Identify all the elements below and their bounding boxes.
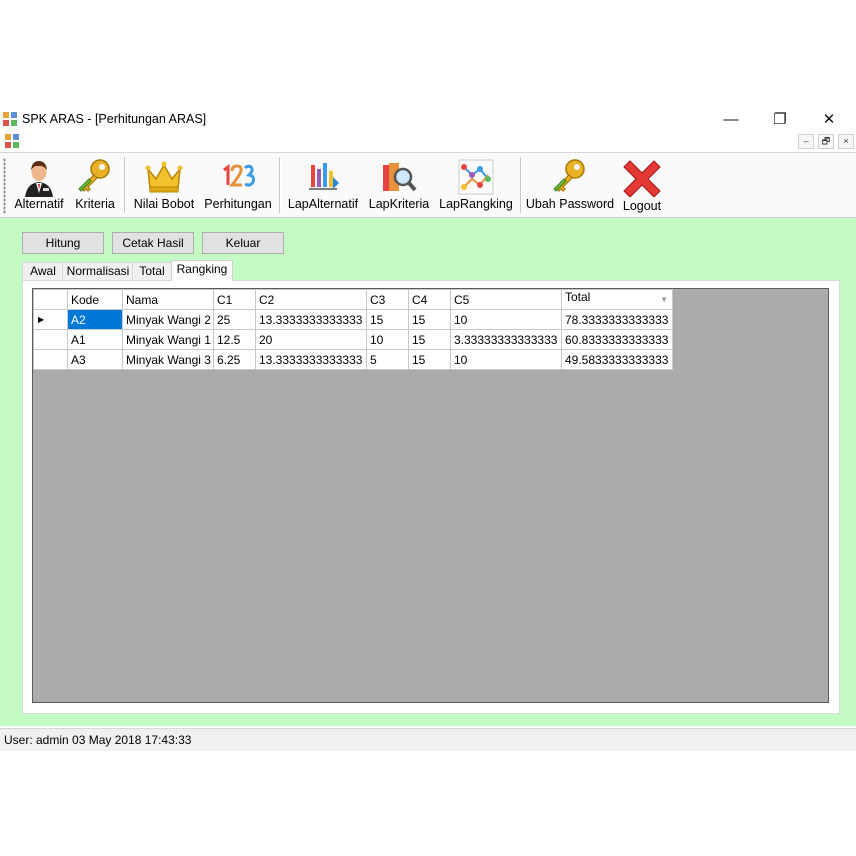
column-header-total[interactable]: ▼ Total xyxy=(561,289,673,310)
mdi-restore-button[interactable]: 🗗 xyxy=(818,134,834,149)
table-cell[interactable]: Minyak Wangi 1 xyxy=(122,329,214,350)
tab-total[interactable]: Total xyxy=(132,262,172,280)
table-cell[interactable]: 15 xyxy=(408,309,451,330)
current-row-arrow-icon: ▶ xyxy=(38,315,45,324)
toolbar-logout-label: Logout xyxy=(622,199,662,213)
table-cell[interactable]: 20 xyxy=(255,329,367,350)
table-cell[interactable]: 5 xyxy=(366,349,409,370)
toolbar-grip[interactable] xyxy=(3,158,6,214)
toolbar-lapkriteria-label: LapKriteria xyxy=(368,197,430,211)
row-header[interactable] xyxy=(33,349,68,370)
column-header-c4[interactable]: C4 xyxy=(408,289,451,310)
table-cell[interactable]: 6.25 xyxy=(213,349,256,370)
table-cell[interactable]: A3 xyxy=(67,349,123,370)
tab-awal[interactable]: Awal xyxy=(22,262,64,280)
toolbar-separator xyxy=(279,157,281,213)
toolbar-separator xyxy=(520,157,522,213)
toolbar-lapkriteria-button[interactable]: LapKriteria xyxy=(366,153,432,215)
toolbar-nilai-bobot-button[interactable]: Nilai Bobot xyxy=(128,153,200,215)
table-row[interactable]: A1 Minyak Wangi 1 12.5 20 10 15 3.333333… xyxy=(33,329,673,350)
app-icon xyxy=(3,112,17,126)
keys-icon xyxy=(78,159,110,192)
toolbar-kriteria-button[interactable]: Kriteria xyxy=(70,153,120,215)
main-window: SPK ARAS - [Perhitungan ARAS] — ❐ ✕ – 🗗 … xyxy=(0,108,856,751)
mdi-close-button[interactable]: × xyxy=(838,134,854,149)
column-header-c5[interactable]: C5 xyxy=(450,289,562,310)
toolbar: Alternatif Kriteria Nilai Bobot Perhitun… xyxy=(0,152,856,218)
network-graph-icon xyxy=(458,159,494,195)
toolbar-nilai-bobot-label: Nilai Bobot xyxy=(133,197,195,211)
table-row[interactable]: A3 Minyak Wangi 3 6.25 13.3333333333333 … xyxy=(33,349,673,370)
person-icon xyxy=(25,161,53,197)
column-header-kode[interactable]: Kode xyxy=(67,289,123,310)
numbers-123-icon xyxy=(223,164,255,187)
toolbar-alternatif-label: Alternatif xyxy=(14,197,64,211)
toolbar-laprangking-button[interactable]: LapRangking xyxy=(436,153,516,215)
row-header-current[interactable]: ▶ xyxy=(33,309,68,330)
toolbar-lapalternatif-button[interactable]: LapAlternatif xyxy=(284,153,362,215)
hitung-button[interactable]: Hitung xyxy=(22,232,104,254)
table-cell[interactable]: 10 xyxy=(450,309,562,330)
sort-descending-icon: ▼ xyxy=(660,295,668,304)
table-cell[interactable]: 25 xyxy=(213,309,256,330)
cetak-hasil-button[interactable]: Cetak Hasil xyxy=(112,232,194,254)
table-cell[interactable]: 10 xyxy=(366,329,409,350)
table-cell[interactable]: 13.3333333333333 xyxy=(255,349,367,370)
status-bar: User: admin 03 May 2018 17:43:33 xyxy=(0,728,856,751)
ranking-data-grid[interactable]: Kode Nama C1 C2 C3 C4 C5 ▼ Total ▶ A2 Mi… xyxy=(32,288,829,703)
minimize-button[interactable]: — xyxy=(708,108,754,132)
tab-rangking[interactable]: Rangking xyxy=(171,260,233,281)
table-cell[interactable]: Minyak Wangi 2 xyxy=(122,309,214,330)
toolbar-lapalternatif-label: LapAlternatif xyxy=(287,197,359,211)
table-cell[interactable]: A1 xyxy=(67,329,123,350)
toolbar-ubah-password-button[interactable]: Ubah Password xyxy=(524,153,616,215)
table-cell[interactable]: 15 xyxy=(408,349,451,370)
table-cell[interactable]: 15 xyxy=(366,309,409,330)
row-header[interactable] xyxy=(33,329,68,350)
toolbar-kriteria-label: Kriteria xyxy=(75,197,115,211)
table-row[interactable]: ▶ A2 Minyak Wangi 2 25 13.3333333333333 … xyxy=(33,309,673,330)
toolbar-logout-button[interactable]: Logout xyxy=(618,153,666,215)
keluar-button[interactable]: Keluar xyxy=(202,232,284,254)
header-row: Kode Nama C1 C2 C3 C4 C5 ▼ Total xyxy=(33,289,673,310)
toolbar-separator xyxy=(124,157,126,213)
table-cell[interactable]: 60.8333333333333 xyxy=(561,329,673,350)
header-corner[interactable] xyxy=(33,289,68,310)
crown-icon xyxy=(145,161,183,193)
toolbar-perhitungan-label: Perhitungan xyxy=(204,197,272,211)
mdi-child-icon[interactable] xyxy=(5,134,19,148)
table-cell[interactable]: 49.5833333333333 xyxy=(561,349,673,370)
table-cell[interactable]: Minyak Wangi 3 xyxy=(122,349,214,370)
column-header-c3[interactable]: C3 xyxy=(366,289,409,310)
table-cell[interactable]: 15 xyxy=(408,329,451,350)
table-cell[interactable]: 3.33333333333333 xyxy=(450,329,562,350)
table-cell[interactable]: 13.3333333333333 xyxy=(255,309,367,330)
table-cell[interactable]: 10 xyxy=(450,349,562,370)
toolbar-perhitungan-button[interactable]: Perhitungan xyxy=(202,153,274,215)
key-icon xyxy=(553,159,585,192)
column-header-nama[interactable]: Nama xyxy=(122,289,214,310)
restore-button[interactable]: ❐ xyxy=(757,108,803,132)
report-icon xyxy=(309,163,339,190)
toolbar-ubah-password-label: Ubah Password xyxy=(525,197,615,211)
close-button[interactable]: ✕ xyxy=(806,108,852,132)
tab-page-rangking: Kode Nama C1 C2 C3 C4 C5 ▼ Total ▶ A2 Mi… xyxy=(22,280,840,714)
toolbar-laprangking-label: LapRangking xyxy=(439,197,513,211)
table-cell[interactable]: 12.5 xyxy=(213,329,256,350)
title-bar[interactable]: SPK ARAS - [Perhitungan ARAS] — ❐ ✕ xyxy=(0,108,856,132)
table-cell[interactable]: A2 xyxy=(67,309,123,330)
column-header-c1[interactable]: C1 xyxy=(213,289,256,310)
table-cell[interactable]: 78.3333333333333 xyxy=(561,309,673,330)
column-header-c2[interactable]: C2 xyxy=(255,289,367,310)
tab-normalisasi[interactable]: Normalisasi xyxy=(62,262,134,280)
red-x-icon xyxy=(623,160,661,197)
mdi-minimize-button[interactable]: – xyxy=(798,134,814,149)
toolbar-alternatif-button[interactable]: Alternatif xyxy=(10,153,68,215)
column-header-total-label: Total xyxy=(565,290,591,305)
magnifier-book-icon xyxy=(383,163,417,192)
status-text: User: admin 03 May 2018 17:43:33 xyxy=(4,733,192,747)
ranking-table: Kode Nama C1 C2 C3 C4 C5 ▼ Total ▶ A2 Mi… xyxy=(33,289,673,370)
window-title: SPK ARAS - [Perhitungan ARAS] xyxy=(22,112,207,126)
mdi-client-area: Hitung Cetak Hasil Keluar Awal Normalisa… xyxy=(0,218,856,726)
